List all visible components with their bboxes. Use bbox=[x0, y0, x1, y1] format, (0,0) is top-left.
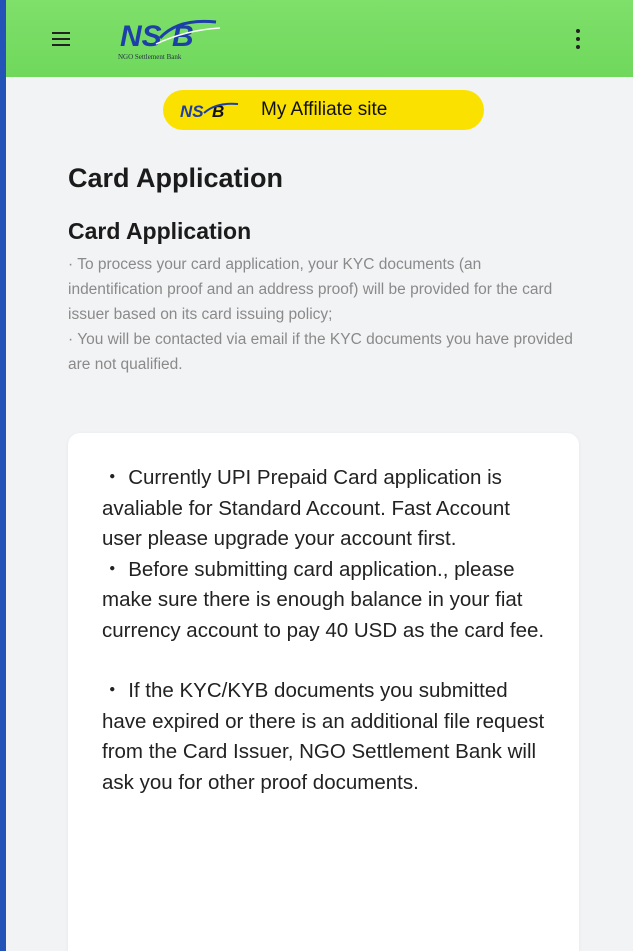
logo-subtitle: NGO Settlement Bank bbox=[118, 53, 182, 61]
kyc-note: · To process your card application, your… bbox=[68, 256, 553, 323]
affiliate-label: My Affiliate site bbox=[261, 99, 388, 120]
svg-text:NS: NS bbox=[120, 20, 162, 52]
nsb-mini-logo-icon: NS B bbox=[180, 102, 239, 120]
app-frame: NS B NGO Settlement Bank NS B My Affilia… bbox=[6, 0, 633, 951]
info-item: ・ Before submitting card application., p… bbox=[102, 557, 545, 642]
info-item: ・ If the KYC/KYB documents you submitted… bbox=[102, 679, 545, 794]
kyc-notes: · To process your card application, your… bbox=[68, 252, 578, 377]
info-item: ・ Currently UPI Prepaid Card application… bbox=[102, 466, 510, 550]
nsb-logo-mark: NS B bbox=[120, 19, 221, 52]
svg-text:NS: NS bbox=[180, 102, 204, 120]
nsb-logo[interactable]: NS B NGO Settlement Bank bbox=[116, 16, 246, 66]
main-content: Card Application Card Application · To p… bbox=[6, 145, 633, 951]
section-title: Card Application bbox=[68, 218, 252, 244]
page-title: Card Application bbox=[68, 163, 284, 193]
affiliate-strip: NS B My Affiliate site bbox=[6, 77, 633, 145]
kyc-note: · You will be contacted via email if the… bbox=[68, 331, 573, 373]
more-vertical-icon[interactable] bbox=[574, 28, 582, 50]
info-card: ・ Currently UPI Prepaid Card application… bbox=[68, 433, 579, 951]
my-affiliate-site-button[interactable]: NS B My Affiliate site bbox=[163, 90, 484, 130]
hamburger-menu-icon[interactable] bbox=[52, 30, 72, 48]
top-app-bar: NS B NGO Settlement Bank bbox=[6, 0, 633, 77]
info-card-text: ・ Currently UPI Prepaid Card application… bbox=[102, 463, 552, 798]
